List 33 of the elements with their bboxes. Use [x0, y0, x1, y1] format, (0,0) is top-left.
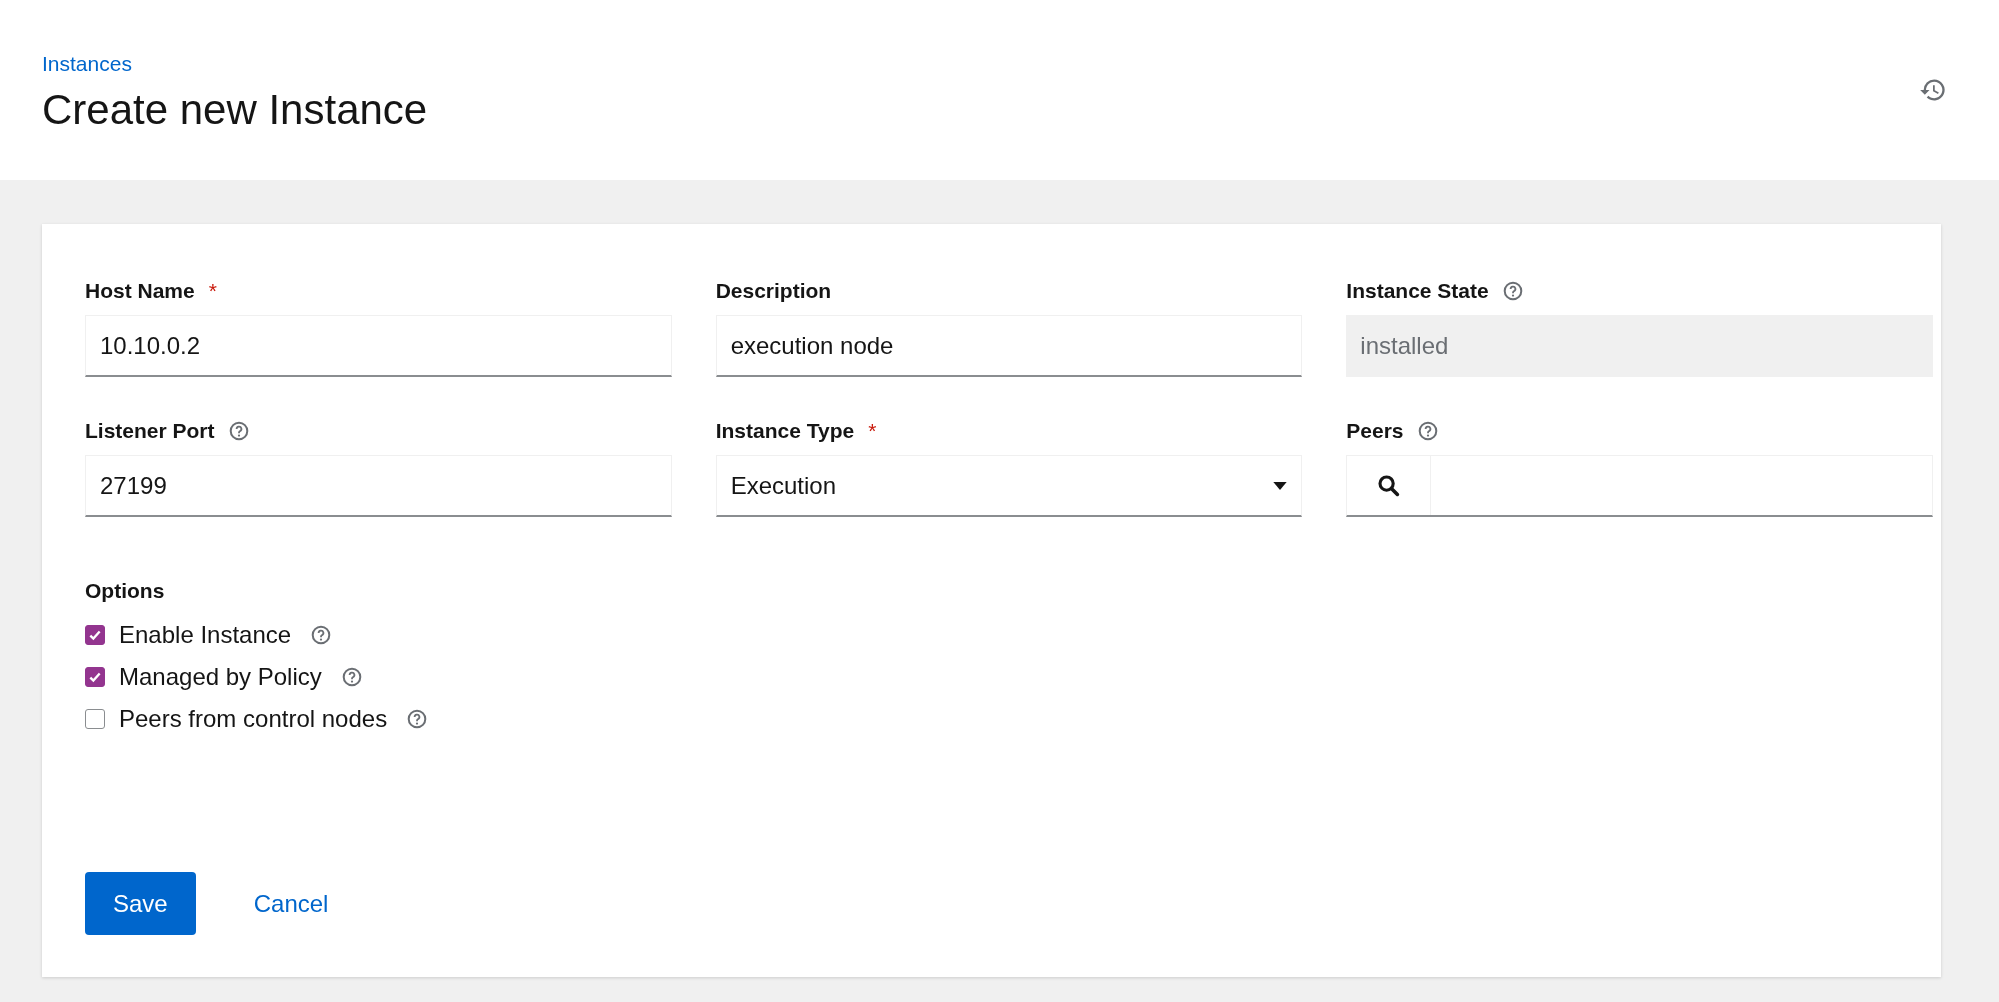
- save-button[interactable]: Save: [85, 872, 196, 935]
- cancel-button[interactable]: Cancel: [225, 872, 357, 935]
- checkbox-label[interactable]: Enable Instance: [119, 621, 292, 649]
- field-label: Listener Port: [85, 419, 215, 443]
- read-only-field: installed: [1346, 315, 1933, 377]
- required-marker: *: [868, 419, 877, 443]
- help-icon[interactable]: [341, 667, 362, 687]
- field-label: Description: [715, 279, 832, 303]
- caret-icon: [1273, 481, 1288, 490]
- check-icon: [88, 670, 102, 684]
- options-label: Options: [85, 579, 166, 603]
- field-label: Peers: [1346, 419, 1404, 443]
- required-marker: *: [208, 279, 217, 303]
- checkbox[interactable]: [85, 667, 105, 687]
- checkbox[interactable]: [85, 709, 105, 729]
- field-label: Instance Type: [715, 419, 855, 443]
- text-field[interactable]: 10.10.0.2: [85, 315, 672, 377]
- select-dropdown[interactable]: Execution: [715, 455, 1303, 517]
- checkbox-label[interactable]: Managed by Policy: [119, 663, 322, 691]
- breadcrumb-link[interactable]: Instances: [42, 52, 132, 76]
- help-icon[interactable]: [1417, 421, 1438, 441]
- text-field[interactable]: execution node: [715, 315, 1303, 377]
- checkbox[interactable]: [85, 625, 105, 645]
- help-icon[interactable]: [228, 421, 249, 441]
- text-field[interactable]: 27199: [85, 455, 672, 517]
- help-icon[interactable]: [1502, 281, 1523, 301]
- help-icon[interactable]: [407, 709, 428, 729]
- checkbox-label[interactable]: Peers from control nodes: [119, 705, 388, 733]
- page-title: Create new Instance: [42, 86, 428, 134]
- field-label: Host Name: [85, 279, 195, 303]
- help-icon[interactable]: [311, 625, 332, 645]
- check-icon: [88, 628, 102, 642]
- field-label: Instance State: [1346, 279, 1489, 303]
